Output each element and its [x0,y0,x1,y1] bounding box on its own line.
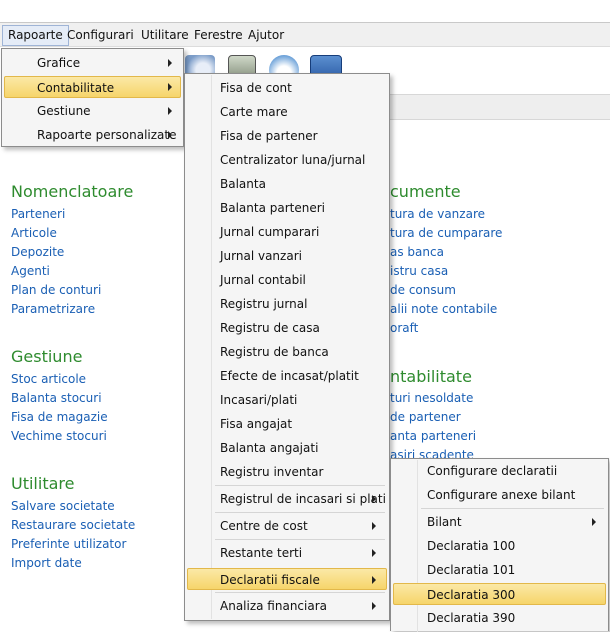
menu-item-jurnal-vanzari[interactable]: Jurnal vanzari [187,245,387,267]
link-salvare-societate[interactable]: Salvare societate [11,499,115,513]
menu-item-declaratia-390[interactable]: Declaratia 390 [393,607,606,629]
menu-item-analiza-financiara[interactable]: Analiza financiara [187,595,387,617]
submenu-arrow-icon [592,518,596,526]
menu-separator [215,512,385,513]
submenu-arrow-icon [168,83,172,91]
menu-rapoarte[interactable]: Rapoarte [2,25,69,46]
link-balanta-parteneri[interactable]: anta parteneri [390,429,476,443]
submenu-arrow-icon [168,131,172,139]
link-preferinte-utilizator[interactable]: Preferinte utilizator [11,537,126,551]
menu-item-declaratia-101[interactable]: Declaratia 101 [393,559,606,581]
menu-item-restante-terti[interactable]: Restante terti [187,542,387,564]
menu-item-fisa-de-cont[interactable]: Fisa de cont [187,77,387,99]
menu-item-gestiune[interactable]: Gestiune [4,100,181,122]
link-import-date[interactable]: Import date [11,556,82,570]
menu-item-fisa-angajat[interactable]: Fisa angajat [187,413,387,435]
link-parametrizare[interactable]: Parametrizare [11,302,95,316]
submenu-arrow-icon [372,495,376,503]
link-factura-vanzare[interactable]: tura de vanzare [390,207,485,221]
menu-item-jurnal-cumparari[interactable]: Jurnal cumparari [187,221,387,243]
rapoarte-menu: Grafice Contabilitate Gestiune Rapoarte … [1,48,184,147]
menu-item-fisa-de-partener[interactable]: Fisa de partener [187,125,387,147]
link-articole[interactable]: Articole [11,226,57,240]
link-balanta-stocuri[interactable]: Balanta stocuri [11,391,102,405]
submenu-arrow-icon [168,59,172,67]
menu-item-contabilitate[interactable]: Contabilitate [4,76,181,98]
menu-item-balanta-parteneri[interactable]: Balanta parteneri [187,197,387,219]
menu-item-configurare-anexe-bilant[interactable]: Configurare anexe bilant [393,484,606,506]
menu-utilitare[interactable]: Utilitare [136,26,194,45]
link-factura-cumparare[interactable]: tura de cumparare [390,226,502,240]
link-ciorna[interactable]: oraft [390,321,418,335]
link-plati-banca[interactable]: as banca [390,245,444,259]
link-parteneri[interactable]: Parteneri [11,207,65,221]
menu-item-carte-mare[interactable]: Carte mare [187,101,387,123]
link-facturi-nesoldate[interactable]: turi nesoldate [390,391,473,405]
menu-separator [215,592,385,593]
menu-item-registru-de-banca[interactable]: Registru de banca [187,341,387,363]
menu-item-configurare-declaratii[interactable]: Configurare declaratii [393,460,606,482]
menu-item-centre-de-cost[interactable]: Centre de cost [187,515,387,537]
contabilitate-submenu: Fisa de cont Carte mare Fisa de partener… [184,73,390,621]
menu-item-jurnal-contabil[interactable]: Jurnal contabil [187,269,387,291]
menu-item-registru-jurnal[interactable]: Registru jurnal [187,293,387,315]
link-vechime-stocuri[interactable]: Vechime stocuri [11,429,107,443]
section-title-contabilitate: ntabilitate [390,367,472,386]
menu-separator [215,539,385,540]
menu-item-registru-inventar[interactable]: Registru inventar [187,461,387,483]
menu-item-label: Rapoarte personalizate [37,128,177,142]
submenu-arrow-icon [372,576,376,584]
menu-item-declaratia-100[interactable]: Declaratia 100 [393,535,606,557]
menu-item-label: Grafice [37,56,81,70]
menu-item-rapoarte-personalizate[interactable]: Rapoarte personalizate [4,124,181,146]
menu-ajutor[interactable]: Ajutor [243,26,289,45]
link-bon-consum[interactable]: de consum [390,283,456,297]
menu-bar: Rapoarte Configurari Utilitare Ferestre … [0,22,610,47]
link-stoc-articole[interactable]: Stoc articole [11,372,86,386]
menu-item-balanta[interactable]: Balanta [187,173,387,195]
menu-separator [421,508,604,509]
link-fisa-partener[interactable]: de partener [390,410,461,424]
menu-item-grafice[interactable]: Grafice [4,52,181,74]
menu-separator [215,485,385,486]
declaratii-submenu: Configurare declaratii Configurare anexe… [390,458,609,632]
menu-item-bilant[interactable]: Bilant [393,511,606,533]
submenu-arrow-icon [372,549,376,557]
submenu-arrow-icon [372,602,376,610]
menu-item-centralizator[interactable]: Centralizator luna/jurnal [187,149,387,171]
link-fisa-de-magazie[interactable]: Fisa de magazie [11,410,108,424]
link-restaurare-societate[interactable]: Restaurare societate [11,518,135,532]
menu-item-declaratii-fiscale[interactable]: Declaratii fiscale [187,568,387,590]
submenu-arrow-icon [168,107,172,115]
menu-item-registru-de-casa[interactable]: Registru de casa [187,317,387,339]
tab-strip [388,94,610,120]
menu-ferestre[interactable]: Ferestre [189,26,248,45]
menu-configurari[interactable]: Configurari [62,26,139,45]
link-note-contabile[interactable]: alii note contabile [390,302,497,316]
menu-item-declaratia-300[interactable]: Declaratia 300 [393,583,606,605]
section-title-nomenclatoare: Nomenclatoare [11,182,134,201]
section-title-gestiune: Gestiune [11,347,83,366]
link-depozite[interactable]: Depozite [11,245,64,259]
submenu-arrow-icon [372,522,376,530]
section-title-documente: cumente [390,182,461,201]
menu-item-efecte[interactable]: Efecte de incasat/platit [187,365,387,387]
menu-item-label: Contabilitate [37,81,115,95]
menu-item-balanta-angajati[interactable]: Balanta angajati [187,437,387,459]
link-registru-casa[interactable]: istru casa [390,264,448,278]
menu-item-incasari-plati[interactable]: Incasari/plati [187,389,387,411]
menu-item-registrul-incasari-plati[interactable]: Registrul de incasari si plati [187,488,387,510]
menu-item-label: Gestiune [37,104,91,118]
link-plan-de-conturi[interactable]: Plan de conturi [11,283,101,297]
link-agenti[interactable]: Agenti [11,264,50,278]
section-title-utilitare: Utilitare [11,474,75,493]
